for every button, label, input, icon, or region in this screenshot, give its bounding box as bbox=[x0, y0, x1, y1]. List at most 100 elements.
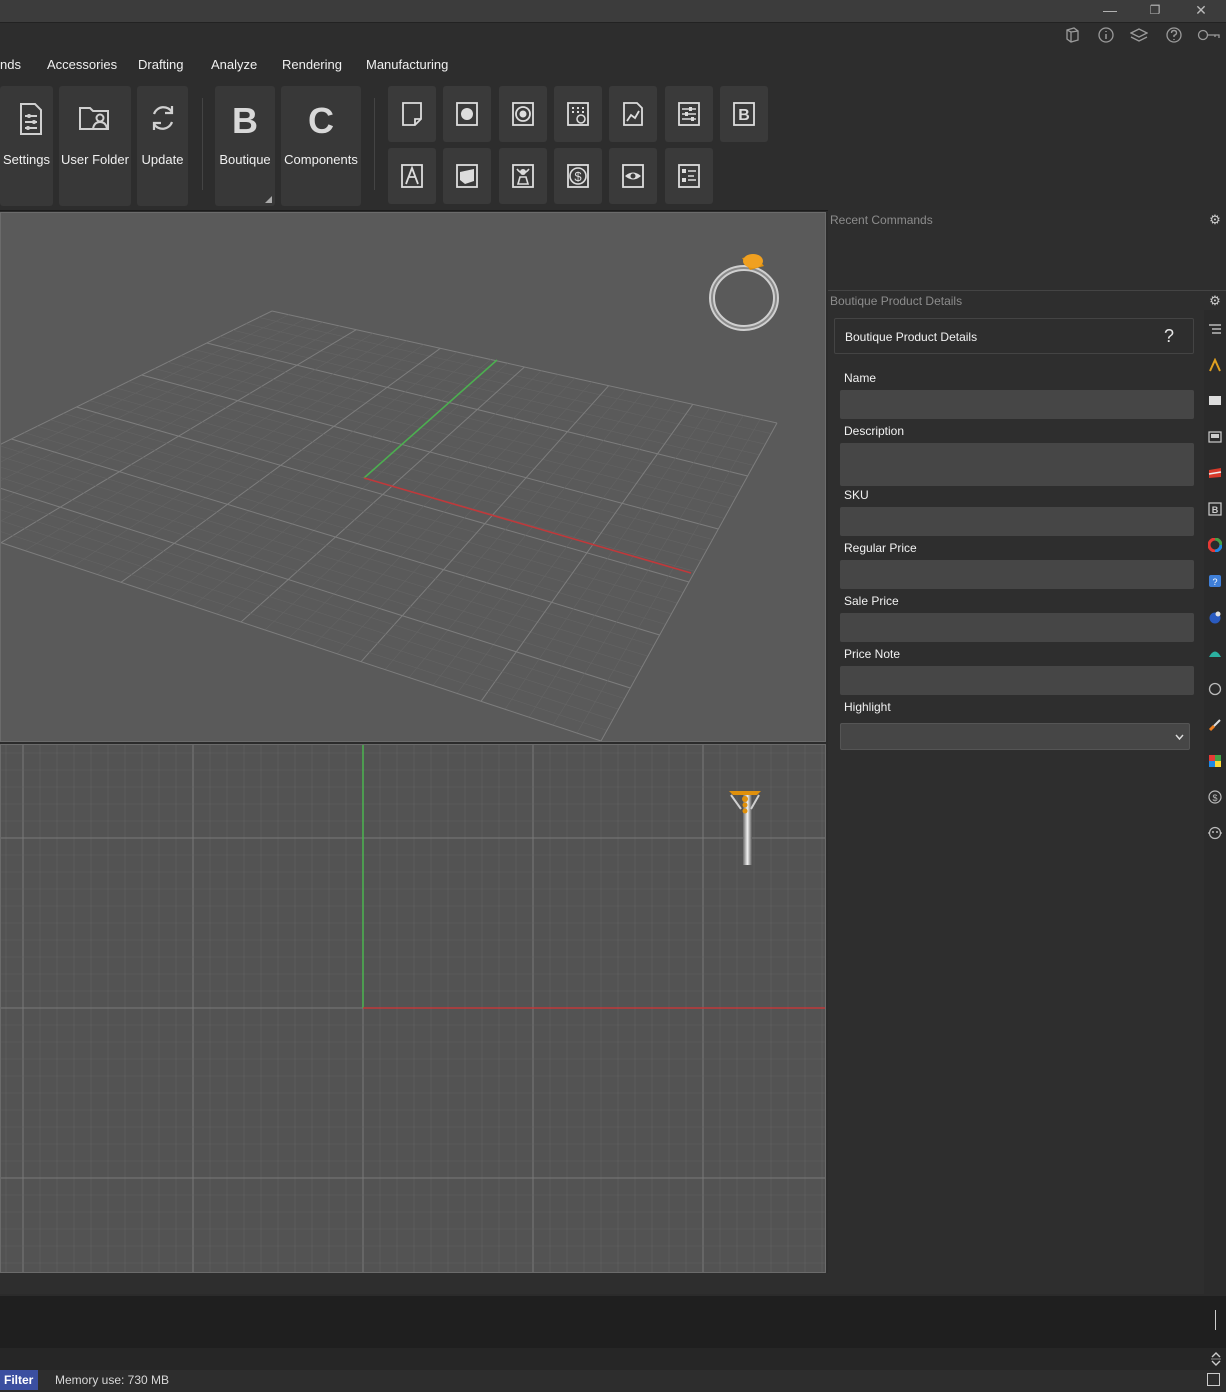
svg-text:$: $ bbox=[574, 169, 582, 184]
svg-text:B: B bbox=[1212, 505, 1219, 515]
regular-price-label: Regular Price bbox=[844, 541, 917, 555]
settings-button[interactable]: Settings bbox=[0, 86, 53, 206]
gem-icon[interactable] bbox=[499, 86, 547, 142]
boutique-b-small-icon[interactable]: B bbox=[720, 86, 768, 142]
close-button[interactable]: ✕ bbox=[1181, 0, 1221, 22]
grid-line bbox=[1, 310, 273, 445]
components-c-icon: C bbox=[308, 100, 334, 141]
perspective-viewport[interactable] bbox=[0, 212, 826, 742]
calendar-icon[interactable] bbox=[554, 86, 602, 142]
gear-icon[interactable]: ⚙ bbox=[1209, 294, 1221, 307]
ribbon-separator bbox=[374, 98, 375, 190]
document-icon[interactable] bbox=[388, 86, 436, 142]
command-input[interactable] bbox=[0, 1348, 1226, 1370]
memory-usage: Memory use: 730 MB bbox=[55, 1373, 170, 1387]
info-icon[interactable] bbox=[1097, 26, 1115, 44]
highlight-dropdown[interactable] bbox=[840, 723, 1190, 750]
cube-icon[interactable] bbox=[1063, 26, 1081, 44]
grid-line bbox=[1, 531, 607, 731]
status-bar bbox=[0, 1370, 1226, 1392]
description-field[interactable] bbox=[840, 443, 1194, 486]
x-axis-line bbox=[363, 477, 692, 574]
palette-icon[interactable] bbox=[1208, 754, 1222, 768]
svg-text:B: B bbox=[738, 107, 750, 124]
menu-item-rendering[interactable]: Rendering bbox=[282, 57, 342, 72]
filter-button[interactable]: Filter bbox=[0, 1370, 38, 1390]
grid-line bbox=[1, 445, 654, 646]
svg-text:?: ? bbox=[1212, 577, 1217, 587]
dollar-circle-icon[interactable]: $ bbox=[1208, 790, 1222, 804]
grid-line bbox=[11, 438, 660, 636]
boutique-button[interactable]: B Boutique bbox=[215, 86, 275, 206]
expand-corner-icon bbox=[265, 196, 272, 203]
help-icon[interactable] bbox=[1165, 26, 1183, 44]
name-field[interactable] bbox=[840, 390, 1194, 419]
grid-line bbox=[1, 498, 625, 699]
gem-blue-icon[interactable] bbox=[1208, 610, 1222, 624]
display-icon[interactable] bbox=[1208, 394, 1222, 408]
y-axis-line bbox=[363, 359, 498, 479]
name-label: Name bbox=[844, 371, 877, 385]
chart-icon[interactable] bbox=[609, 86, 657, 142]
minimize-button[interactable]: — bbox=[1090, 0, 1130, 22]
menu-item-manufacturing[interactable]: Manufacturing bbox=[366, 57, 448, 72]
color-wheel-icon[interactable] bbox=[1207, 537, 1223, 553]
viewport-tabs-bar bbox=[0, 1273, 828, 1294]
grid-line bbox=[50, 419, 678, 604]
grid-line bbox=[1, 456, 649, 657]
front-viewport[interactable] bbox=[0, 744, 826, 1273]
eye-icon[interactable] bbox=[609, 148, 657, 204]
update-button[interactable]: Update bbox=[137, 86, 188, 206]
gear-icon[interactable]: ⚙ bbox=[1209, 213, 1221, 226]
price-note-field[interactable] bbox=[840, 666, 1194, 695]
panel-toggle-icon[interactable] bbox=[1207, 1373, 1220, 1386]
dollar-icon[interactable]: $ bbox=[554, 148, 602, 204]
regular-price-field[interactable] bbox=[840, 560, 1194, 589]
boutique-icon[interactable]: B bbox=[1208, 502, 1222, 516]
material-icon[interactable] bbox=[1208, 466, 1222, 480]
title-bar bbox=[0, 0, 1226, 22]
user-folder-button[interactable]: User Folder bbox=[59, 86, 131, 206]
layers-icon[interactable] bbox=[1129, 26, 1149, 44]
robot-icon[interactable] bbox=[1208, 826, 1222, 840]
circle-outline-icon[interactable] bbox=[1208, 682, 1222, 696]
list-icon[interactable] bbox=[1208, 322, 1222, 336]
grid-line bbox=[1, 466, 643, 668]
grid-line bbox=[528, 411, 727, 718]
boutique-label: Boutique bbox=[219, 152, 271, 167]
sale-price-label: Sale Price bbox=[844, 594, 899, 608]
key-icon[interactable] bbox=[1197, 26, 1221, 44]
grid-line bbox=[336, 381, 593, 654]
components-button[interactable]: C Components bbox=[281, 86, 361, 206]
help-book-icon[interactable]: ? bbox=[1208, 574, 1222, 588]
components-label: Components bbox=[284, 152, 358, 167]
tree-list-icon[interactable] bbox=[665, 148, 713, 204]
menu-bar bbox=[0, 48, 1226, 82]
menu-item-analyze[interactable]: Analyze bbox=[211, 57, 257, 72]
highlight-label: Highlight bbox=[844, 700, 891, 714]
menu-item-drafting[interactable]: Drafting bbox=[138, 57, 184, 72]
brush-icon[interactable] bbox=[1208, 718, 1222, 732]
menu-item-commands[interactable]: nds bbox=[0, 57, 21, 72]
sliders-icon[interactable] bbox=[665, 86, 713, 142]
circle-icon[interactable] bbox=[443, 86, 491, 142]
sku-field[interactable] bbox=[840, 507, 1194, 536]
grid-line bbox=[264, 370, 542, 631]
menu-item-accessories[interactable]: Accessories bbox=[47, 57, 117, 72]
dome-icon[interactable] bbox=[1208, 646, 1222, 660]
text-a-icon[interactable] bbox=[388, 148, 436, 204]
draft-icon[interactable] bbox=[1208, 357, 1222, 372]
sale-price-field[interactable] bbox=[840, 613, 1194, 642]
scroll-arrows-icon[interactable] bbox=[1210, 1351, 1222, 1367]
help-question-button[interactable]: ? bbox=[1164, 326, 1174, 347]
refresh-icon bbox=[152, 106, 173, 130]
ring-side-icon bbox=[729, 791, 761, 865]
box-icon[interactable] bbox=[443, 148, 491, 204]
command-history-area[interactable] bbox=[0, 1296, 1226, 1348]
grid-line bbox=[552, 415, 744, 726]
restore-button[interactable]: ❐ bbox=[1135, 0, 1175, 22]
text-cursor bbox=[1215, 1310, 1216, 1330]
panel-icon[interactable] bbox=[1208, 430, 1222, 444]
utility-bar bbox=[0, 22, 1226, 49]
bust-icon[interactable] bbox=[499, 148, 547, 204]
